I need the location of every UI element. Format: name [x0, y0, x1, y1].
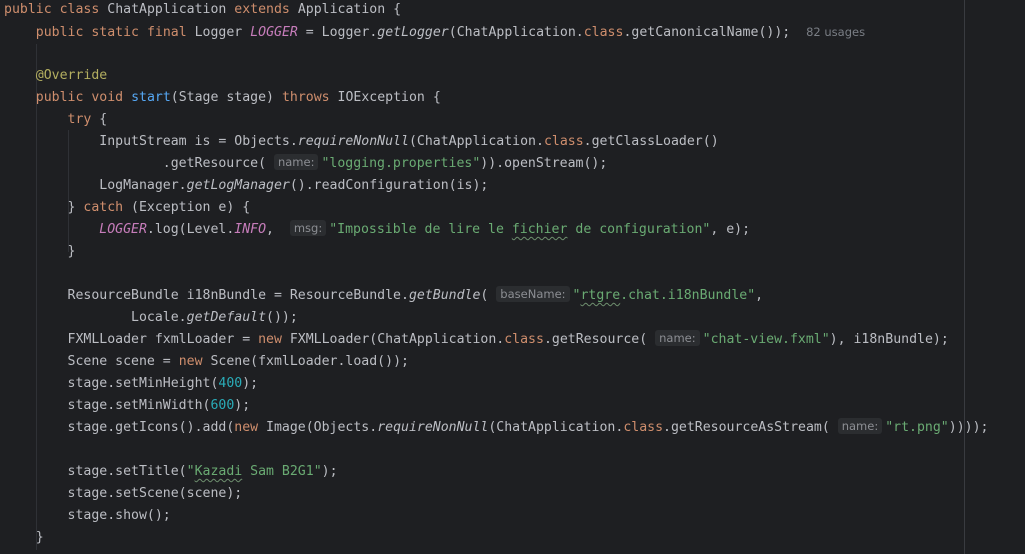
- code-line-19[interactable]: stage.setMinWidth(600);: [4, 396, 251, 418]
- code-line-15[interactable]: Locale.getDefault());: [4, 308, 298, 330]
- param-hint-name: name:: [273, 154, 319, 170]
- code-line-10[interactable]: } catch (Exception e) {: [4, 198, 251, 220]
- code-line-9[interactable]: LogManager.getLogManager().readConfigura…: [4, 176, 488, 198]
- code-line-14[interactable]: ResourceBundle i18nBundle = ResourceBund…: [4, 286, 763, 308]
- param-hint-msg: msg:: [289, 220, 327, 236]
- param-hint-name: name:: [837, 418, 883, 434]
- code-line-7[interactable]: InputStream is = Objects.requireNonNull(…: [4, 132, 718, 154]
- param-hint-name: name:: [655, 330, 700, 346]
- code-line-1[interactable]: public class ChatApplication extends App…: [4, 0, 401, 22]
- code-line-8[interactable]: .getResource( name: "logging.properties")…: [4, 154, 607, 176]
- code-line-11[interactable]: LOGGER.log(Level.INFO, msg: "Impossible d…: [4, 220, 750, 242]
- code-line-23[interactable]: stage.setScene(scene);: [4, 484, 243, 506]
- code-line-25[interactable]: }: [4, 528, 44, 550]
- code-line-17[interactable]: Scene scene = new Scene(fxmlLoader.load(…: [4, 352, 409, 374]
- code-line-6[interactable]: try {: [4, 110, 108, 132]
- param-hint-basename: baseName:: [496, 286, 570, 302]
- code-line-12[interactable]: }: [4, 242, 76, 264]
- code-line-22[interactable]: stage.setTitle("Kazadi Sam B2G1");: [4, 462, 338, 484]
- usages-inlay[interactable]: 82 usages: [806, 25, 865, 39]
- code-line-24[interactable]: stage.show();: [4, 506, 171, 528]
- right-margin-guide: [964, 0, 965, 554]
- code-line-4[interactable]: @Override: [4, 66, 107, 88]
- code-line-5[interactable]: public void start(Stage stage) throws IO…: [4, 88, 441, 110]
- code-line-18[interactable]: stage.setMinHeight(400);: [4, 374, 259, 396]
- code-line-2[interactable]: public static final Logger LOGGER = Logg…: [4, 22, 865, 44]
- code-line-20[interactable]: stage.getIcons().add(new Image(Objects.r…: [4, 418, 988, 440]
- code-editor[interactable]: public class ChatApplication extends App…: [0, 0, 1025, 554]
- code-line-16[interactable]: FXMLLoader fxmlLoader = new FXMLLoader(C…: [4, 330, 949, 352]
